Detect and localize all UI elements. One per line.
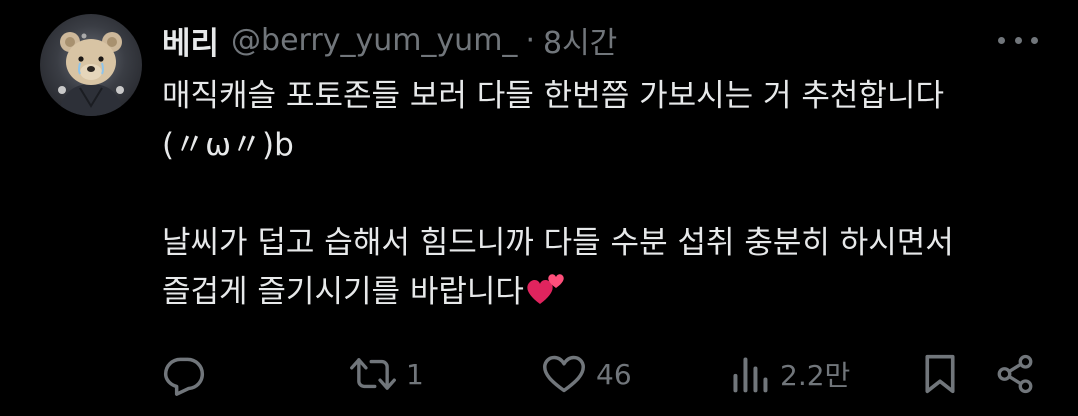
tweet-text-line: (〃ω〃)b [162, 127, 294, 163]
retweet-count: 1 [406, 357, 424, 391]
views-icon [733, 357, 768, 393]
tweet-actions: 1 46 2.2만 [162, 350, 1038, 398]
more-icon [998, 36, 1005, 44]
share-button[interactable] [994, 350, 1036, 398]
more-button[interactable] [998, 26, 1038, 54]
tweet-header: 베리 @berry_yum_yum_ · 8시간 [162, 18, 617, 63]
tweet: 베리 @berry_yum_yum_ · 8시간 매직캐슬 포토존들 보러 다들… [0, 0, 1078, 416]
reply-button[interactable] [162, 350, 216, 398]
bookmark-button[interactable] [920, 350, 960, 398]
avatar-bear-image [58, 32, 124, 116]
tweet-text-segment: 즐겁게 즐기시기를 바랍니다 [162, 274, 524, 310]
reply-icon [163, 357, 205, 396]
retweet-button[interactable]: 1 [350, 350, 424, 398]
views-button[interactable]: 2.2만 [730, 350, 850, 398]
like-icon [543, 355, 585, 393]
bookmark-icon [925, 354, 955, 394]
views-count: 2.2만 [780, 359, 851, 392]
separator-dot: · [525, 22, 535, 58]
avatar[interactable] [40, 14, 142, 116]
timestamp[interactable]: 8시간 [543, 18, 617, 62]
tweet-text-line: 날씨가 덥고 습해서 힘드니까 다들 수분 섭취 충분히 하시면서 [162, 225, 954, 261]
retweet-icon [350, 358, 396, 390]
user-handle[interactable]: @berry_yum_yum_ [231, 23, 517, 58]
two-hearts-emoji [526, 270, 566, 321]
tweet-text-line: 매직캐슬 포토존들 보러 다들 한번쯤 가보시는 거 추천합니다 [162, 78, 944, 114]
like-count: 46 [596, 357, 632, 391]
tweet-text: 매직캐슬 포토존들 보러 다들 한번쯤 가보시는 거 추천합니다 (〃ω〃)b … [162, 72, 1042, 317]
share-icon [997, 354, 1033, 394]
tweet-text-line: 즐겁게 즐기시기를 바랍니다 [162, 268, 1042, 317]
display-name[interactable]: 베리 [162, 18, 219, 63]
like-button[interactable]: 46 [542, 350, 632, 398]
